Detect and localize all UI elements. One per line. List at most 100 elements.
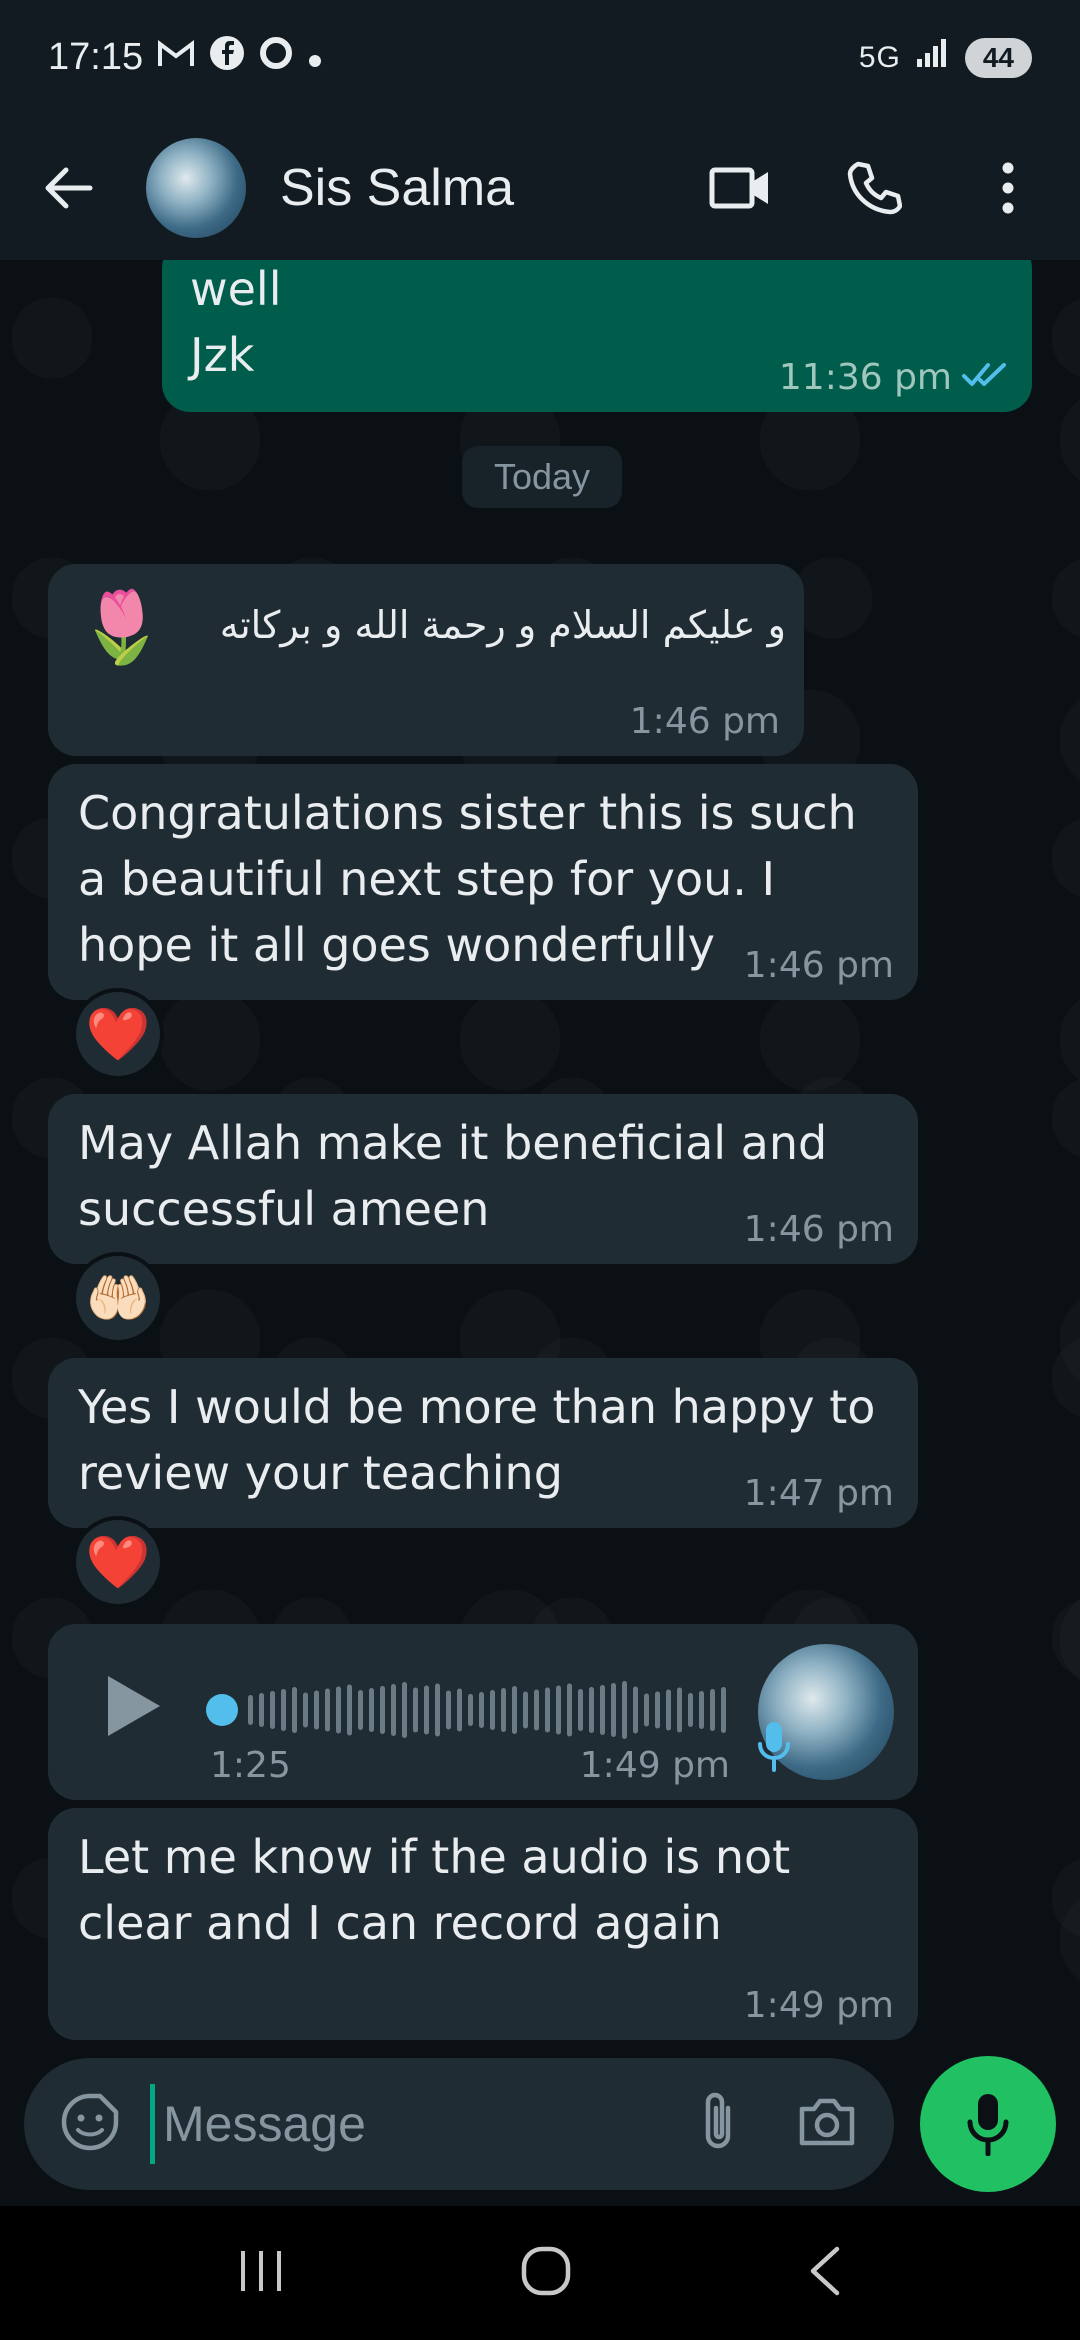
tulip-emoji: 🌷 [78, 586, 166, 668]
waveform-bar [325, 1688, 330, 1732]
header-actions [708, 156, 1040, 220]
waveform-bar [501, 1688, 506, 1732]
waveform-bar [699, 1691, 704, 1729]
voice-message-bubble[interactable]: 1:25 1:49 pm [48, 1624, 918, 1800]
waveform-bar [688, 1693, 693, 1727]
waveform-bar [248, 1695, 253, 1725]
microphone-icon [967, 2094, 1009, 2156]
waveform-bar [292, 1687, 297, 1733]
recent-apps-icon[interactable] [237, 2249, 285, 2298]
facebook-icon [209, 35, 245, 81]
date-separator: Today [462, 446, 622, 508]
message-time: 1:46 pm [743, 1209, 894, 1250]
waveform-bar [589, 1687, 594, 1733]
message-bubble-incoming[interactable]: May Allah make it beneficial and success… [48, 1094, 918, 1264]
more-options-icon[interactable] [976, 156, 1040, 220]
message-bubble-incoming[interactable]: Yes I would be more than happy to review… [48, 1358, 918, 1528]
chat-messages-area[interactable]: well Jzk 11:36 pm Today 🌷 و عليكم السلام… [0, 260, 1080, 2060]
message-text: Let me know if the audio is not clear an… [78, 1830, 791, 1950]
waveform-bar [644, 1693, 649, 1727]
battery-indicator: 44 [964, 37, 1032, 78]
waveform-bar [303, 1692, 308, 1728]
waveform-bar [556, 1685, 561, 1735]
sticker-icon[interactable] [60, 2092, 120, 2157]
waveform-bar [336, 1686, 341, 1734]
dot-icon [307, 36, 323, 79]
audio-waveform[interactable] [248, 1676, 748, 1744]
waveform-bar [721, 1687, 726, 1733]
waveform-bar [490, 1690, 495, 1730]
message-bubble-incoming[interactable]: 🌷 و عليكم السلام و رحمة الله و بركاته 1:… [48, 564, 804, 756]
waveform-bar [710, 1689, 715, 1731]
heart-reaction[interactable]: ❤️ [72, 1516, 164, 1608]
waveform-bar [369, 1688, 374, 1732]
waveform-bar [666, 1689, 671, 1731]
message-meta: 11:36 pm [779, 357, 1008, 398]
waveform-bar [424, 1685, 429, 1735]
status-left: 17:15 [48, 35, 323, 81]
contact-name[interactable]: Sis Salma [280, 158, 514, 218]
voice-record-button[interactable] [920, 2056, 1056, 2192]
waveform-bar [512, 1686, 517, 1734]
read-receipt-icon [962, 357, 1008, 398]
message-time: 1:47 pm [743, 1473, 894, 1514]
waveform-bar [380, 1686, 385, 1734]
waveform-bar [281, 1689, 286, 1731]
waveform-bar [611, 1683, 616, 1737]
message-text: و عليكم السلام و رحمة الله و بركاته [219, 603, 786, 647]
waveform-bar [534, 1689, 539, 1731]
waveform-bar [622, 1681, 627, 1739]
heart-reaction[interactable]: ❤️ [72, 988, 164, 1080]
waveform-bar [655, 1691, 660, 1729]
message-bubble-outgoing[interactable]: well Jzk 11:36 pm [162, 260, 1032, 412]
waveform-bar [600, 1685, 605, 1735]
status-right: 5G 44 [859, 36, 1032, 79]
message-input[interactable]: Message [150, 2084, 698, 2164]
waveform-bar [545, 1687, 550, 1733]
message-composer: Message [24, 2058, 894, 2190]
status-bar: 17:15 5G 44 [0, 0, 1080, 115]
voice-duration: 1:25 [210, 1745, 291, 1786]
network-label: 5G [858, 40, 901, 74]
waveform-bar [402, 1682, 407, 1738]
contact-avatar[interactable] [146, 137, 246, 238]
waveform-bar [468, 1694, 473, 1726]
message-placeholder: Message [163, 2096, 366, 2152]
waveform-bar [479, 1692, 484, 1728]
camera-icon[interactable] [796, 2095, 858, 2154]
play-icon[interactable] [104, 1672, 164, 1744]
home-icon[interactable] [520, 2245, 572, 2302]
waveform-bar [677, 1687, 682, 1733]
signal-icon [915, 36, 951, 79]
text-caret [150, 2084, 155, 2164]
attach-icon[interactable] [698, 2090, 738, 2159]
message-time: 11:36 pm [778, 357, 952, 398]
waveform-bar [413, 1687, 418, 1733]
composer-actions [698, 2090, 858, 2159]
back-arrow-icon[interactable] [40, 160, 96, 216]
message-bubble-incoming[interactable]: Congratulations sister this is such a be… [48, 764, 918, 1000]
opera-icon [259, 36, 293, 80]
waveform-bar [435, 1683, 440, 1737]
waveform-bar [270, 1691, 275, 1729]
praying-hands-reaction[interactable]: 🤲🏻 [72, 1252, 164, 1344]
waveform-bar [347, 1684, 352, 1736]
back-nav-icon[interactable] [807, 2245, 843, 2302]
message-time: 1:46 pm [629, 701, 780, 742]
waveform-bar [578, 1689, 583, 1731]
waveform-bar [259, 1693, 264, 1727]
waveform-bar [567, 1683, 572, 1737]
waveform-bar [314, 1690, 319, 1730]
voice-call-icon[interactable] [842, 156, 906, 220]
playback-position-dot[interactable] [206, 1694, 238, 1726]
message-bubble-incoming[interactable]: Let me know if the audio is not clear an… [48, 1808, 918, 2040]
chat-header: Sis Salma [0, 115, 1080, 260]
waveform-bar [633, 1686, 638, 1734]
status-time: 17:15 [48, 36, 144, 78]
waveform-bar [523, 1691, 528, 1729]
system-navigation-bar [0, 2206, 1080, 2340]
video-call-icon[interactable] [708, 156, 772, 220]
message-time: 1:46 pm [743, 945, 894, 986]
waveform-bar [457, 1688, 462, 1732]
message-time: 1:49 pm [579, 1745, 730, 1786]
